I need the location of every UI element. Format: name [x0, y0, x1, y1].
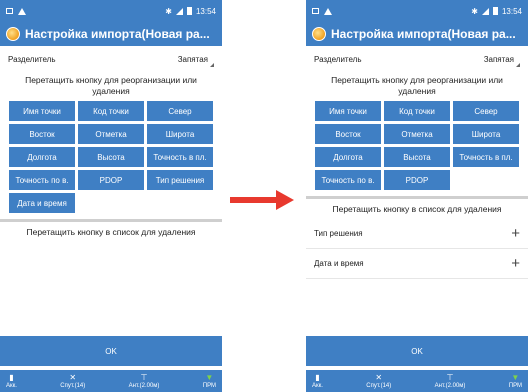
- status-time: 13:54: [195, 6, 216, 16]
- separator-value: Запятая: [483, 55, 514, 64]
- separator-dropdown[interactable]: Запятая: [483, 55, 520, 67]
- removed-list-item[interactable]: Дата и время +: [306, 249, 528, 279]
- field-button[interactable]: Долгота: [9, 147, 75, 167]
- battery-icon: ▮: [315, 372, 320, 382]
- battery-label: Акк.: [6, 382, 17, 389]
- receiver-icon: ▼: [205, 372, 214, 382]
- bottom-status-bar: ▮ Акк. ✕ Спут.(14) ⊤ Ант.(2.00м) ▼ ПРМ: [0, 370, 222, 392]
- satellite-label: Спут.(14): [60, 382, 86, 389]
- satellite-label: Спут.(14): [366, 382, 392, 389]
- field-button[interactable]: PDOP: [384, 170, 450, 190]
- field-button[interactable]: Тип решения: [147, 170, 213, 190]
- separator-row: Разделитель Запятая: [0, 46, 222, 73]
- removed-list-item[interactable]: Тип решения +: [306, 219, 528, 249]
- antenna-icon: ⊤: [446, 372, 454, 382]
- field-button-grid: Имя точки Код точки Север Восток Отметка…: [306, 101, 528, 190]
- separator-row: Разделитель Запятая: [306, 46, 528, 73]
- battery-label: Акк.: [312, 382, 323, 389]
- field-button[interactable]: Север: [147, 101, 213, 121]
- warning-icon: [18, 7, 26, 15]
- removed-item-label: Дата и время: [314, 259, 364, 268]
- field-button[interactable]: Высота: [384, 147, 450, 167]
- plus-icon[interactable]: +: [511, 256, 520, 271]
- antenna-label: Ант.(2.00м): [434, 382, 466, 389]
- field-button[interactable]: Широта: [453, 124, 519, 144]
- receiver-status[interactable]: ▼ ПРМ: [509, 370, 522, 392]
- delete-drop-hint: Перетащить кнопку в список для удаления: [332, 204, 502, 214]
- field-button[interactable]: Код точки: [384, 101, 450, 121]
- receiver-label: ПРМ: [508, 382, 522, 389]
- removed-item-label: Тип решения: [314, 229, 363, 238]
- battery-icon: [186, 7, 192, 15]
- field-button[interactable]: Точность по в.: [9, 170, 75, 190]
- field-button[interactable]: PDOP: [78, 170, 144, 190]
- globe-icon[interactable]: [312, 27, 326, 41]
- transition-arrow-icon: [230, 190, 294, 210]
- battery-icon: [492, 7, 498, 15]
- ok-button[interactable]: OK: [0, 336, 222, 366]
- separator-label: Разделитель: [8, 55, 56, 64]
- phone-screen-before: ✱ 13:54 Настройка импорта(Новая ра... Раз…: [0, 0, 222, 392]
- field-button[interactable]: Дата и время: [9, 193, 75, 213]
- field-button[interactable]: Восток: [9, 124, 75, 144]
- status-time: 13:54: [501, 6, 522, 16]
- receiver-label: ПРМ: [202, 382, 216, 389]
- field-button[interactable]: Отметка: [78, 124, 144, 144]
- bluetooth-icon: ✱: [165, 6, 172, 16]
- field-button[interactable]: Высота: [78, 147, 144, 167]
- status-bar: ✱ 13:54: [306, 0, 528, 22]
- status-bar: ✱ 13:54: [0, 0, 222, 22]
- field-button[interactable]: Точность в пл.: [453, 147, 519, 167]
- ok-button[interactable]: OK: [306, 336, 528, 366]
- dropdown-arrow-icon: [210, 63, 214, 67]
- battery-icon: ▮: [9, 372, 14, 382]
- satellite-status[interactable]: ✕ Спут.(14): [366, 370, 391, 392]
- bluetooth-icon: ✱: [471, 6, 478, 16]
- field-button[interactable]: Широта: [147, 124, 213, 144]
- receiver-status[interactable]: ▼ ПРМ: [203, 370, 216, 392]
- receiver-icon: ▼: [511, 372, 520, 382]
- field-button[interactable]: Код точки: [78, 101, 144, 121]
- field-button[interactable]: Имя точки: [9, 101, 75, 121]
- satellite-status[interactable]: ✕ Спут.(14): [60, 370, 85, 392]
- field-button[interactable]: Точность по в.: [315, 170, 381, 190]
- antenna-status[interactable]: ⊤ Ант.(2.00м): [129, 370, 160, 392]
- satellite-icon: ✕: [69, 372, 77, 382]
- satellite-icon: ✕: [375, 372, 383, 382]
- field-button[interactable]: Отметка: [384, 124, 450, 144]
- reorder-hint: Перетащить кнопку для реорганизации или …: [25, 75, 197, 96]
- image-icon: [312, 8, 319, 14]
- bottom-status-bar: ▮ Акк. ✕ Спут.(14) ⊤ Ант.(2.00м) ▼ ПРМ: [306, 370, 528, 392]
- delete-drop-hint: Перетащить кнопку в список для удаления: [26, 227, 196, 237]
- title-bar: Настройка импорта(Новая ра...: [0, 22, 222, 46]
- field-button-grid: Имя точки Код точки Север Восток Отметка…: [0, 101, 222, 213]
- separator-value: Запятая: [177, 55, 208, 64]
- plus-icon[interactable]: +: [511, 226, 520, 241]
- separator-label: Разделитель: [314, 55, 362, 64]
- antenna-status[interactable]: ⊤ Ант.(2.00м): [435, 370, 466, 392]
- image-icon: [6, 8, 13, 14]
- battery-status[interactable]: ▮ Акк.: [312, 370, 323, 392]
- field-button[interactable]: Имя точки: [315, 101, 381, 121]
- battery-status[interactable]: ▮ Акк.: [6, 370, 17, 392]
- signal-icon: [481, 7, 489, 15]
- dropdown-arrow-icon: [516, 63, 520, 67]
- globe-icon[interactable]: [6, 27, 20, 41]
- title-bar: Настройка импорта(Новая ра...: [306, 22, 528, 46]
- field-button[interactable]: Восток: [315, 124, 381, 144]
- field-button[interactable]: Север: [453, 101, 519, 121]
- reorder-hint: Перетащить кнопку для реорганизации или …: [331, 75, 503, 96]
- separator-dropdown[interactable]: Запятая: [177, 55, 214, 67]
- page-title: Настройка импорта(Новая ра...: [25, 27, 210, 41]
- antenna-icon: ⊤: [140, 372, 148, 382]
- field-button[interactable]: Долгота: [315, 147, 381, 167]
- warning-icon: [324, 7, 332, 15]
- phone-screen-after: ✱ 13:54 Настройка импорта(Новая ра... Раз…: [306, 0, 528, 392]
- signal-icon: [175, 7, 183, 15]
- field-button[interactable]: Точность в пл.: [147, 147, 213, 167]
- page-title: Настройка импорта(Новая ра...: [331, 27, 516, 41]
- antenna-label: Ант.(2.00м): [128, 382, 160, 389]
